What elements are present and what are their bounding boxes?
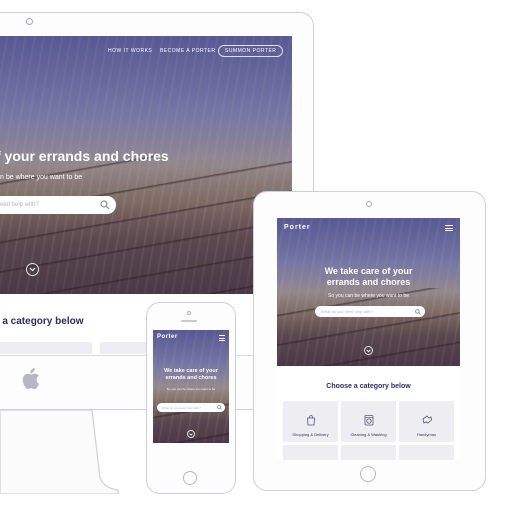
desktop-category-heading: e a category below — [0, 316, 84, 327]
imac-camera-icon — [26, 18, 33, 25]
phone-search-input[interactable]: What do you need help with? — [157, 403, 225, 412]
tablet-camera-icon — [366, 201, 372, 207]
nav-link-how-it-works[interactable]: HOW IT WORKS — [108, 48, 152, 54]
scroll-down-chevron-icon[interactable] — [187, 430, 195, 438]
desktop-search-input[interactable]: eed help with? — [0, 196, 116, 214]
tablet-category-heading: Choose a category below — [326, 383, 411, 390]
tablet-hero-title-line2: errands and chores — [326, 277, 411, 287]
phone-hero-title-line1: We take care of your — [164, 368, 218, 374]
tablet-home-button[interactable] — [360, 466, 376, 482]
category-handyman[interactable]: Handyman — [399, 401, 454, 442]
desktop-hero-subtitle: n be where you want to be — [0, 174, 83, 181]
category-label: Shopping & Delivery — [292, 432, 329, 437]
tablet-screen: Porter We take care of your errands and … — [277, 218, 460, 460]
tablet-brand-logo[interactable]: Porter — [284, 224, 311, 231]
tablet-search-placeholder: What do you need help with? — [321, 309, 373, 314]
category-label: Cleaning & Washing — [350, 432, 387, 437]
washing-machine-icon — [364, 415, 373, 426]
search-icon — [217, 405, 222, 410]
category-shopping-delivery[interactable]: Shopping & Delivery — [283, 401, 338, 442]
phone-menu-icon[interactable] — [219, 335, 225, 343]
category-cleaning-washing[interactable]: Cleaning & Washing — [341, 401, 396, 442]
category-tile[interactable] — [283, 445, 338, 460]
scroll-down-chevron-icon[interactable] — [26, 263, 39, 276]
phone-speaker — [181, 320, 197, 322]
tablet-hero-subtitle: So you can be where you want to be — [328, 293, 409, 299]
search-icon — [415, 308, 421, 315]
phone-hero: Porter We take care of your errands and … — [153, 330, 229, 443]
phone-hero-title: We take care of your errands and chores — [153, 368, 229, 382]
phone-hero-subtitle: So you can be where you want to be — [166, 387, 216, 391]
desktop-category-tile[interactable] — [0, 342, 92, 354]
nav-link-become-a-porter[interactable]: BECOME A PORTER — [160, 48, 215, 54]
phone-hero-title-line2: errands and chores — [165, 375, 217, 381]
desktop-hero: HOW IT WORKS BECOME A PORTER SUMMON PORT… — [0, 36, 292, 294]
category-tile[interactable] — [399, 445, 454, 460]
hand-tool-icon — [422, 415, 432, 424]
phone-camera-icon — [187, 311, 191, 315]
desktop-hero-title: f your errands and chores — [0, 148, 169, 164]
tablet-search-input[interactable]: What do you need help with? — [315, 306, 425, 317]
tablet-hero-title-line1: We take care of your — [324, 266, 413, 276]
tablet-hero: Porter We take care of your errands and … — [277, 218, 460, 366]
summon-porter-button[interactable]: SUMMON PORTER — [218, 45, 284, 57]
scroll-down-chevron-icon[interactable] — [364, 346, 373, 355]
phone-search-placeholder: What do you need help with? — [162, 405, 201, 410]
category-label: Handyman — [416, 432, 437, 437]
phone-home-button[interactable] — [183, 471, 197, 485]
tablet-menu-icon[interactable] — [445, 225, 453, 233]
desktop-search-placeholder: eed help with? — [0, 202, 39, 208]
shopping-bag-icon — [306, 415, 315, 426]
imac-stand — [0, 410, 119, 494]
apple-logo-icon — [22, 368, 39, 390]
category-tile[interactable] — [341, 445, 396, 460]
tablet-hero-title: We take care of your errands and chores — [277, 266, 460, 288]
search-icon — [100, 200, 110, 210]
phone-brand-logo[interactable]: Porter — [157, 334, 178, 340]
